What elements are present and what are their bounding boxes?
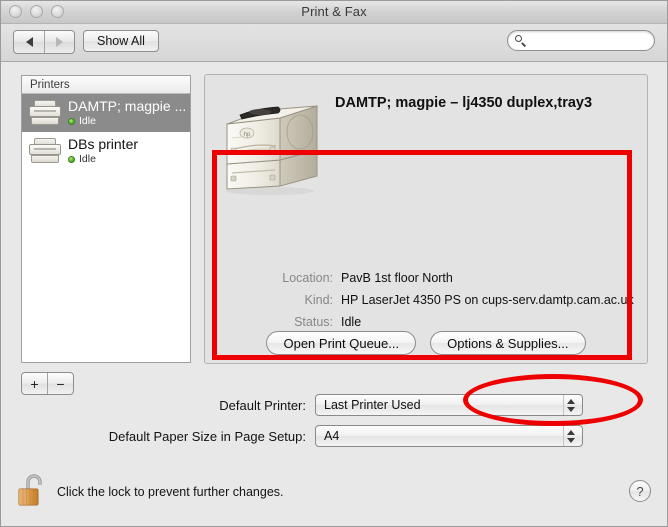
search-field[interactable] [507,30,655,51]
default-printer-row: Default Printer: Last Printer Used [1,394,667,416]
printer-detail-title: DAMTP; magpie – lj4350 duplex,tray3 [335,95,593,111]
default-settings: Default Printer: Last Printer Used Defau… [1,394,667,456]
show-all-button[interactable]: Show All [83,30,159,52]
list-item-printer-dbs[interactable]: DBs printer Idle [22,132,190,170]
open-print-queue-button[interactable]: Open Print Queue... [266,331,417,355]
printer-list[interactable]: Printers DAMTP; magpie ... Idle DBs prin… [21,75,191,363]
default-printer-value: Last Printer Used [324,398,421,412]
help-button[interactable]: ? [629,480,651,502]
add-remove-printer-controls: + − [21,372,74,395]
forward-button [44,31,74,53]
default-paper-size-value: A4 [324,429,340,443]
info-row-status: Status: Idle [205,315,647,329]
default-paper-size-select[interactable]: A4 [315,425,583,447]
search-input[interactable] [527,33,654,48]
status-indicator-icon [68,156,75,164]
info-row-kind: Kind: HP LaserJet 4350 PS on cups-serv.d… [205,293,647,307]
stepper-arrows-icon[interactable] [563,426,578,446]
remove-printer-button[interactable]: − [47,373,73,394]
printer-name: DBs printer [68,136,139,152]
default-paper-size-label: Default Paper Size in Page Setup: [108,428,306,444]
default-printer-label: Default Printer: [219,397,306,413]
list-item-printer-damtp-magpie[interactable]: DAMTP; magpie ... Idle [22,94,190,132]
location-value: PavB 1st floor North [341,271,453,285]
info-row-location: Location: PavB 1st floor North [205,271,647,285]
default-printer-select[interactable]: Last Printer Used [315,394,583,416]
kind-value: HP LaserJet 4350 PS on cups-serv.damtp.c… [341,293,634,307]
printer-info-list: Location: PavB 1st floor North Kind: HP … [205,271,647,337]
navigation-buttons [13,30,75,54]
back-arrow-icon [25,37,33,47]
printer-name: DAMTP; magpie ... [68,98,187,114]
status-indicator-icon [68,118,75,126]
printer-status: Idle [68,114,186,128]
printer-detail-panel: hp DAMTP; magpie – lj4350 duplex,tray3 L… [204,74,648,364]
printer-action-buttons: Open Print Queue... Options & Supplies..… [205,331,647,355]
window-titlebar: Print & Fax [1,1,667,24]
unlocked-padlock-icon[interactable] [17,472,51,508]
printer-status-label: Idle [79,114,96,127]
printer-icon [28,137,62,165]
add-printer-button[interactable]: + [22,373,47,394]
kind-label: Kind: [304,293,334,307]
window-title: Print & Fax [301,4,367,19]
search-icon [515,34,527,47]
forward-arrow-icon [56,37,63,47]
status-value: Idle [341,315,362,329]
printer-icon [28,99,62,127]
default-paper-size-row: Default Paper Size in Page Setup: A4 [1,425,667,447]
options-and-supplies-button[interactable]: Options & Supplies... [430,331,586,355]
print-and-fax-window: Print & Fax Show All Printers DAMTP; mag… [0,0,668,527]
svg-text:hp: hp [244,132,251,138]
printer-image: hp [226,105,318,195]
location-label: Location: [282,271,333,285]
status-label: Status: [294,315,333,329]
stepper-arrows-icon[interactable] [563,395,578,415]
printer-status-label: Idle [79,152,96,165]
toolbar: Show All [1,24,667,62]
lock-instruction-text: Click the lock to prevent further change… [57,485,284,499]
printer-status: Idle [68,152,138,166]
content-area: Printers DAMTP; magpie ... Idle DBs prin… [1,62,667,526]
back-button[interactable] [14,31,44,53]
printer-list-header: Printers [22,76,190,94]
footer: Click the lock to prevent further change… [1,466,667,526]
